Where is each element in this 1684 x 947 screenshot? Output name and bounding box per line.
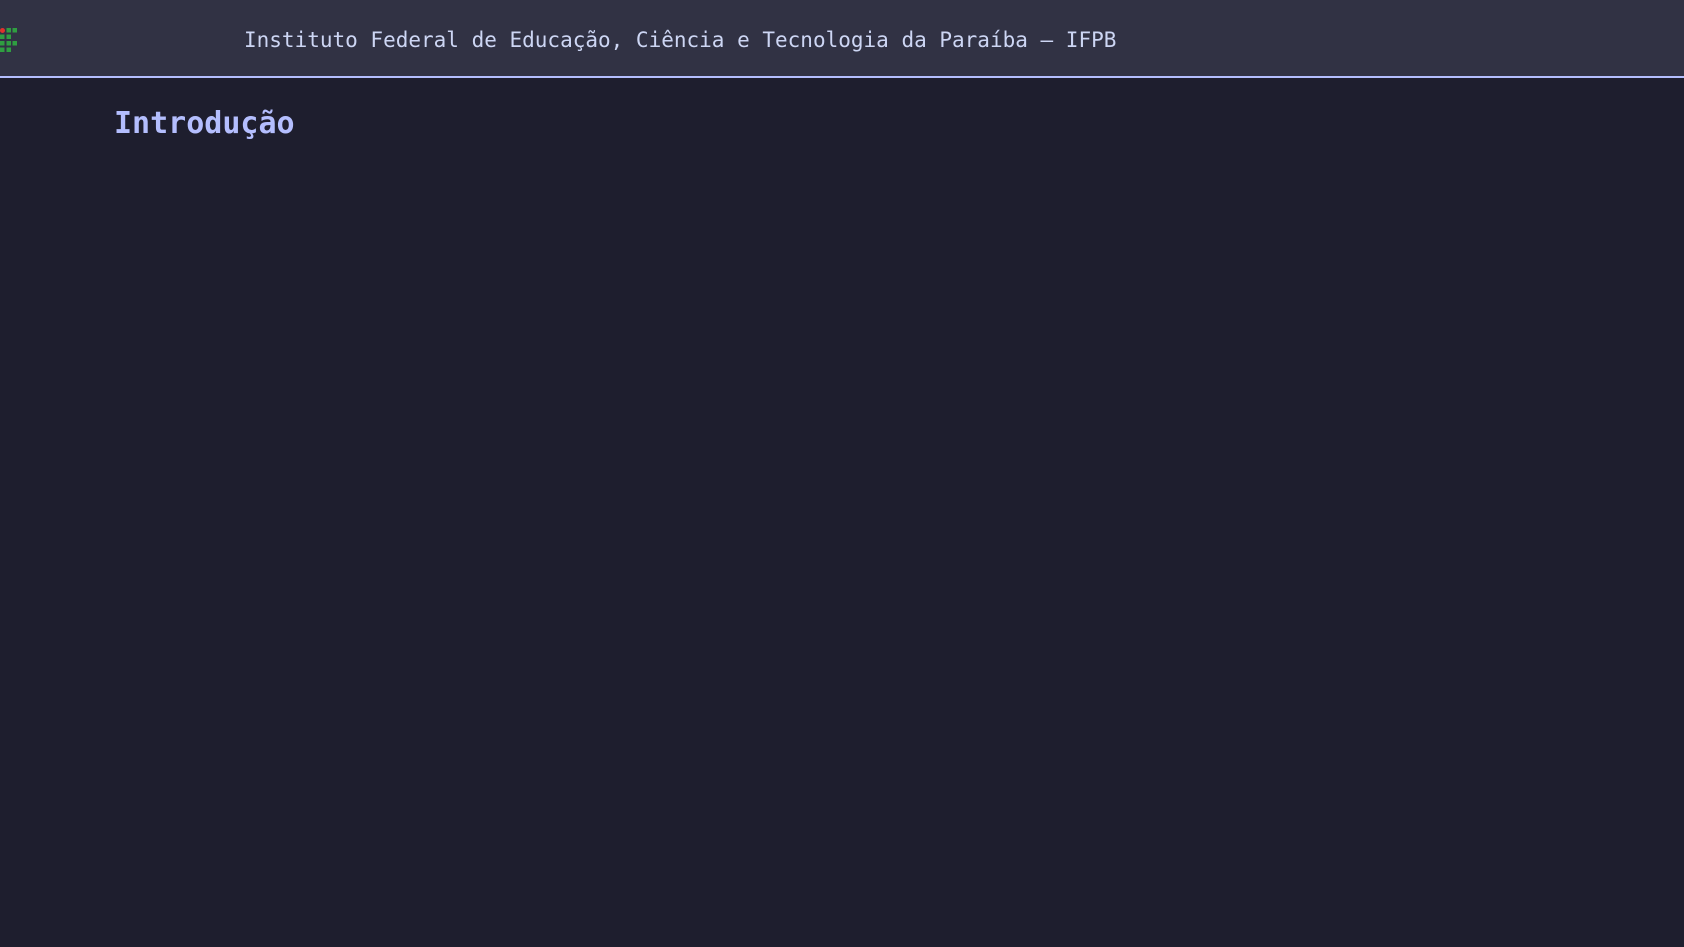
institution-title: Instituto Federal de Educação, Ciência e… [244, 28, 1117, 52]
slide-content: Introdução [0, 78, 1684, 947]
slide-title: Introdução [114, 106, 295, 141]
presentation-header: Instituto Federal de Educação, Ciência e… [0, 0, 1684, 78]
ifpb-logo-icon [0, 28, 18, 52]
